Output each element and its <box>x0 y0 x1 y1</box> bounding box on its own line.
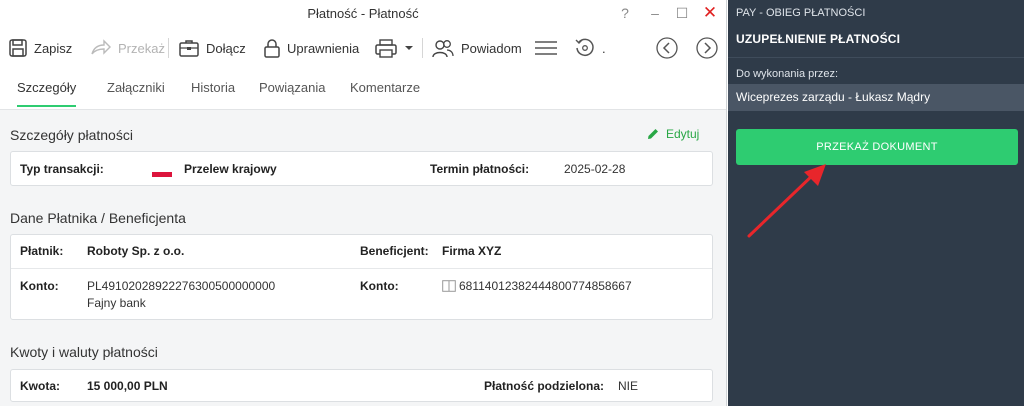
toolbar-divider <box>422 38 423 58</box>
notify-label: Powiadom <box>461 40 522 56</box>
split-payment-value: NIE <box>618 379 639 393</box>
tab-bar: Szczegóły Załączniki Historia Powiązania… <box>0 68 726 110</box>
tab-comments[interactable]: Komentarze <box>350 80 420 105</box>
forward-button[interactable]: Przekaż <box>90 36 165 60</box>
minimize-button[interactable]: – <box>644 3 666 23</box>
amount-label: Kwota: <box>20 379 60 393</box>
title-bar: Płatność - Płatność ? – ☐ ✕ <box>0 0 726 28</box>
due-date-label: Termin płatności: <box>430 162 530 176</box>
printer-icon <box>375 39 397 58</box>
users-icon <box>432 40 454 58</box>
tab-history[interactable]: Historia <box>191 80 235 105</box>
split-payment-label: Płatność podzielona: <box>484 379 605 393</box>
edit-button[interactable]: Edytuj <box>646 127 699 141</box>
poland-flag-icon <box>152 167 172 177</box>
row-divider <box>11 268 712 269</box>
beneficiary-value: Firma XYZ <box>442 244 502 258</box>
toolbar: Zapisz Przekaż Dołącz Uprawnienia Powiad… <box>0 28 726 68</box>
briefcase-icon <box>179 40 199 57</box>
workflow-step-title: UZUPEŁNIENIE PŁATNOŚCI <box>736 32 901 46</box>
menu-button[interactable] <box>534 36 558 60</box>
annotation-arrow-icon <box>747 164 826 238</box>
book-icon <box>442 280 456 292</box>
padlock-icon <box>264 39 280 58</box>
transaction-type-label: Typ transakcji: <box>20 162 104 176</box>
history-dot: . <box>602 40 606 56</box>
forward-arrow-icon <box>91 39 111 55</box>
payer-label: Płatnik: <box>20 244 64 258</box>
next-button[interactable] <box>696 36 718 60</box>
edit-label: Edytuj <box>666 127 700 141</box>
notify-button[interactable]: Powiadom <box>431 36 522 60</box>
chevron-down-icon[interactable] <box>404 43 414 53</box>
assignee-label: Do wykonania przez: <box>736 68 839 80</box>
save-label: Zapisz <box>34 40 73 56</box>
permissions-button[interactable]: Uprawnienia <box>263 36 359 60</box>
beneficiary-account-label: Konto: <box>360 279 399 293</box>
payer-bank-name: Fajny bank <box>87 296 146 310</box>
tab-details[interactable]: Szczegóły <box>17 80 77 107</box>
due-date-value: 2025-02-28 <box>564 162 626 176</box>
close-button[interactable]: ✕ <box>699 3 721 23</box>
chevron-right-circle-icon <box>696 37 718 59</box>
transaction-type-value: Przelew krajowy <box>184 162 277 176</box>
previous-button[interactable] <box>656 36 678 60</box>
payment-details-card: Typ transakcji: Przelew krajowy Termin p… <box>10 151 713 186</box>
payer-value: Roboty Sp. z o.o. <box>87 244 185 258</box>
floppy-disk-icon <box>9 39 27 57</box>
panel-divider <box>728 57 1024 58</box>
assignee-field: Wiceprezes zarządu - Łukasz Mądry <box>728 84 1024 111</box>
help-button[interactable]: ? <box>614 3 636 23</box>
beneficiary-account-value: 68114012382444800774858667 <box>459 279 632 293</box>
workflow-header: PAY - OBIEG PŁATNOŚCI <box>736 7 866 19</box>
attach-label: Dołącz <box>206 40 246 56</box>
tab-attachments[interactable]: Załączniki <box>107 80 165 105</box>
payer-account-value: PL49102028922276300500000000 <box>87 279 276 293</box>
payment-window: Płatność - Płatność ? – ☐ ✕ Zapisz Przek… <box>0 0 727 406</box>
chevron-left-circle-icon <box>656 37 678 59</box>
save-button[interactable]: Zapisz <box>8 36 72 60</box>
maximize-button[interactable]: ☐ <box>671 3 693 23</box>
parties-card: Płatnik: Roboty Sp. z o.o. Beneficjent: … <box>10 234 713 320</box>
history-icon <box>575 38 594 57</box>
permissions-label: Uprawnienia <box>287 40 360 56</box>
hamburger-menu-icon <box>535 41 557 55</box>
pencil-icon <box>648 129 658 139</box>
history-button[interactable]: . <box>574 36 606 60</box>
parties-heading: Dane Płatnika / Beneficjenta <box>10 210 186 226</box>
amounts-card: Kwota: 15 000,00 PLN Płatność podzielona… <box>10 369 713 402</box>
tab-relations[interactable]: Powiązania <box>259 80 326 105</box>
beneficiary-label: Beneficjent: <box>360 244 429 258</box>
attach-button[interactable]: Dołącz <box>178 36 246 60</box>
forward-label: Przekaż <box>118 40 165 56</box>
payment-details-heading: Szczegóły płatności <box>10 127 133 143</box>
amounts-heading: Kwoty i waluty płatności <box>10 344 158 360</box>
print-button[interactable] <box>374 36 414 60</box>
payer-account-label: Konto: <box>20 279 59 293</box>
toolbar-divider <box>168 38 169 58</box>
amount-value: 15 000,00 PLN <box>87 379 168 393</box>
